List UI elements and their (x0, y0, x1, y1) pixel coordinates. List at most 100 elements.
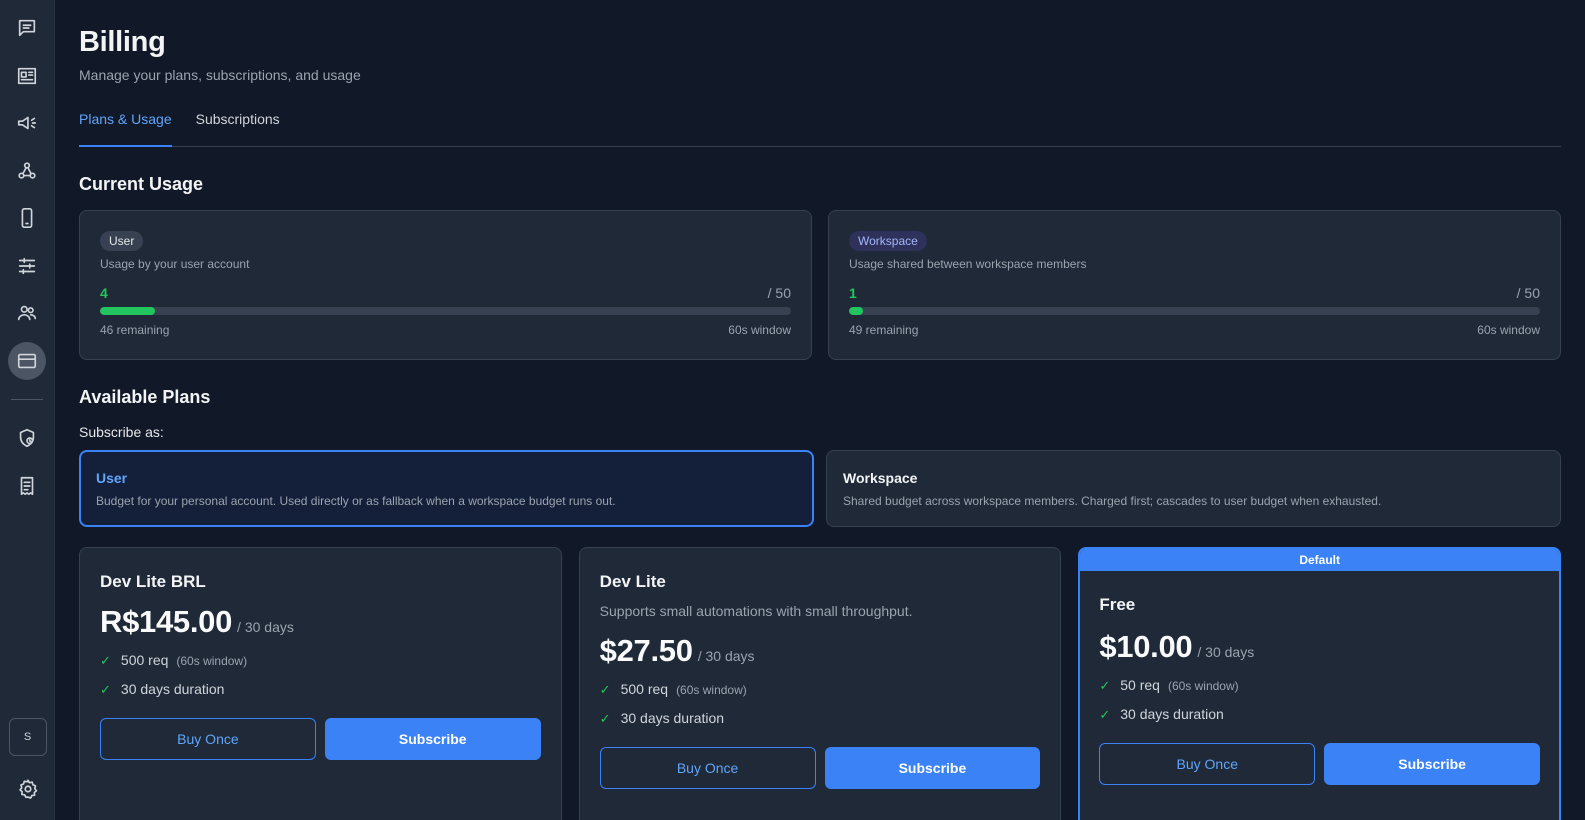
buy-once-button[interactable]: Buy Once (1099, 743, 1316, 785)
shield-clock-icon (19, 428, 35, 448)
buy-once-button[interactable]: Buy Once (100, 718, 316, 760)
check-icon: ✓ (100, 682, 111, 697)
usage-used-count: 4 (100, 285, 108, 301)
tab-subscriptions[interactable]: Subscriptions (196, 105, 280, 146)
plan-period: / 30 days (237, 619, 294, 635)
plan-feature: ✓ 50 req (60s window) (1099, 677, 1540, 694)
page-subtitle: Manage your plans, subscriptions, and us… (79, 67, 361, 83)
plan-card-dev-lite-brl: Dev Lite BRL R$145.00 / 30 days ✓ 500 re… (79, 547, 562, 820)
usage-cards: User Usage by your user account 4 / 50 4… (79, 210, 1561, 360)
plan-feature: ✓ 30 days duration (600, 710, 1041, 727)
plan-feature: ✓ 500 req (60s window) (100, 652, 541, 669)
nav-settings-sliders[interactable] (8, 247, 46, 285)
feature-text: 500 req (620, 681, 669, 697)
nav-chat[interactable] (8, 9, 46, 47)
usage-remaining: 46 remaining (100, 323, 170, 337)
usage-card-user: User Usage by your user account 4 / 50 4… (79, 210, 812, 360)
buy-once-button[interactable]: Buy Once (599, 747, 816, 789)
gear-icon (18, 779, 37, 799)
plan-feature: ✓ 30 days duration (100, 681, 541, 698)
nav-billing[interactable] (8, 341, 46, 380)
tab-plans-usage[interactable]: Plans & Usage (79, 105, 172, 147)
dashboard-icon (17, 67, 37, 84)
usage-progress-bar (100, 307, 791, 315)
sidebar: S (0, 0, 55, 820)
usage-limit: / 50 (767, 285, 791, 301)
scope-title: Workspace (843, 470, 918, 486)
usage-progress-fill (100, 307, 156, 315)
credit-card-icon (17, 353, 37, 368)
nav-logs[interactable] (8, 467, 46, 505)
usage-remaining: 49 remaining (849, 323, 919, 337)
feature-text: 30 days duration (1120, 706, 1224, 722)
feature-note: (60s window) (676, 683, 747, 697)
plan-name: Dev Lite BRL (100, 572, 206, 591)
subscribe-as-label: Subscribe as: (79, 424, 164, 440)
feature-note: (60s window) (176, 654, 248, 668)
usage-description: Usage by your user account (100, 257, 250, 271)
usage-description: Usage shared between workspace members (849, 257, 1087, 271)
scope-selector: User Budget for your personal account. U… (79, 450, 1561, 527)
plan-period: / 30 days (1197, 644, 1255, 660)
plan-card-dev-lite: Dev Lite Supports small automations with… (578, 547, 1062, 820)
plan-price: $27.50 (599, 633, 693, 668)
subscribe-button[interactable]: Subscribe (1324, 743, 1541, 785)
megaphone-icon (17, 116, 37, 130)
plan-cards: Dev Lite BRL R$145.00 / 30 days ✓ 500 re… (79, 547, 1562, 820)
billing-page: Billing Manage your plans, subscriptions… (55, 0, 1585, 820)
scope-option-user[interactable]: User Budget for your personal account. U… (79, 450, 814, 527)
users-icon (17, 305, 37, 321)
chat-icon (18, 19, 36, 37)
plan-feature: ✓ 500 req (60s window) (600, 681, 1041, 698)
usage-progress-fill (849, 307, 863, 315)
feature-text: 50 req (1120, 677, 1160, 693)
nav-dashboard[interactable] (8, 57, 46, 95)
usage-card-workspace: Workspace Usage shared between workspace… (828, 210, 1561, 360)
check-icon: ✓ (599, 682, 611, 697)
scope-title: User (96, 470, 128, 486)
subscribe-button[interactable]: Subscribe (824, 747, 1041, 789)
nav-webhooks[interactable] (8, 152, 46, 190)
scope-option-workspace[interactable]: Workspace Shared budget across workspace… (826, 450, 1561, 527)
feature-text: 500 req (120, 652, 169, 668)
scope-badge-workspace: Workspace (849, 231, 927, 251)
tab-bar: Plans & Usage Subscriptions (79, 105, 1561, 147)
plan-card-free: Default Free $10.00 / 30 days ✓ 50 req (… (1078, 547, 1562, 820)
avatar[interactable]: S (8, 718, 47, 756)
sliders-icon (18, 257, 36, 274)
plan-feature: ✓ 30 days duration (1099, 706, 1540, 723)
feature-text: 30 days duration (620, 710, 725, 726)
usage-window: 60s window (728, 323, 791, 337)
plan-name: Free (1099, 595, 1136, 614)
available-plans-title: Available Plans (79, 387, 211, 407)
nav-settings[interactable] (9, 770, 47, 808)
plan-name: Dev Lite (599, 572, 666, 591)
plan-period: / 30 days (697, 648, 755, 664)
scope-description: Budget for your personal account. Used d… (96, 494, 616, 508)
default-plan-banner: Default (1080, 549, 1560, 571)
plan-description: Supports small automations with small th… (599, 603, 913, 619)
usage-progress-bar (849, 307, 1540, 315)
scope-description: Shared budget across workspace members. … (843, 494, 1382, 508)
page-title: Billing (79, 26, 166, 58)
scope-badge-user: User (100, 231, 144, 251)
sidebar-divider (11, 399, 43, 400)
webhook-icon (18, 161, 36, 179)
nav-users[interactable] (8, 294, 46, 332)
check-icon: ✓ (599, 711, 611, 726)
receipt-icon (20, 476, 34, 495)
check-icon: ✓ (100, 653, 111, 668)
usage-used-count: 1 (849, 285, 857, 301)
check-icon: ✓ (1099, 678, 1111, 693)
mobile-icon (21, 208, 33, 228)
subscribe-button[interactable]: Subscribe (324, 718, 541, 760)
plan-price: R$145.00 (100, 604, 233, 639)
nav-devices[interactable] (8, 199, 46, 237)
usage-limit: / 50 (1516, 285, 1540, 301)
current-usage-title: Current Usage (79, 174, 204, 194)
check-icon: ✓ (1099, 707, 1111, 722)
feature-note: (60s window) (1167, 679, 1239, 693)
nav-campaigns[interactable] (8, 104, 46, 142)
usage-window: 60s window (1477, 323, 1540, 337)
nav-security[interactable] (8, 419, 46, 457)
